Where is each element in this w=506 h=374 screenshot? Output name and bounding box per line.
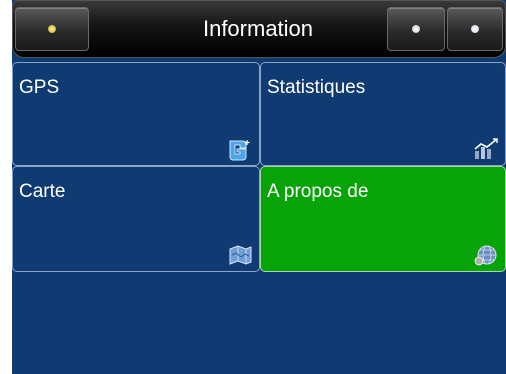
home-button[interactable] — [15, 7, 89, 51]
tile-statistiques[interactable]: Statistiques — [260, 62, 506, 166]
about-globe-icon — [474, 245, 497, 266]
back-dot-icon — [412, 25, 420, 33]
map-icon — [229, 245, 252, 265]
header-bar: Information — [12, 0, 506, 58]
tile-a-propos-de[interactable]: A propos de — [260, 166, 506, 272]
tile-label: A propos de — [267, 181, 369, 202]
tile-label: Carte — [19, 181, 66, 202]
back-button[interactable] — [387, 7, 445, 51]
tile-gps[interactable]: GPS — [12, 62, 260, 166]
menu-dot-icon — [471, 25, 479, 33]
home-dot-icon — [48, 25, 56, 33]
tile-label: GPS — [19, 77, 60, 98]
menu-button[interactable] — [447, 7, 503, 51]
page-title: Information — [202, 16, 314, 41]
gps-signal-icon — [229, 140, 250, 161]
information-screen: Information GPS Statistiques Carte A pro… — [12, 0, 506, 374]
tile-label: Statistiques — [267, 77, 366, 98]
statistics-icon — [474, 138, 498, 159]
tile-carte[interactable]: Carte — [12, 166, 260, 272]
